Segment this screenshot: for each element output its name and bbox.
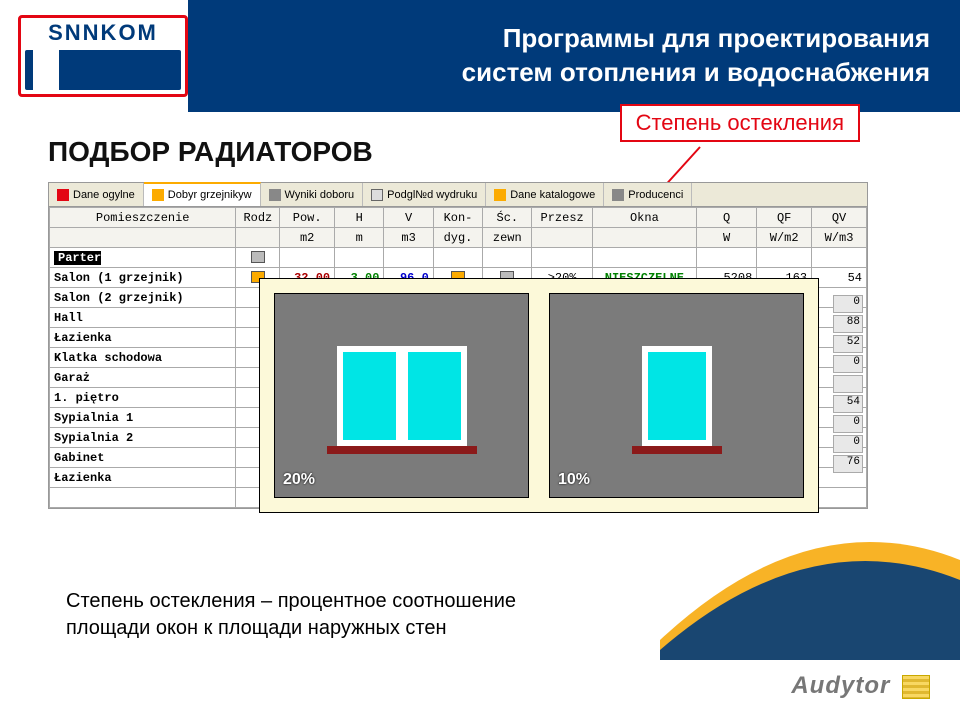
table-row[interactable]: Parter — [50, 248, 867, 268]
wall-20pct: 20% — [274, 293, 529, 498]
col-q: Q — [696, 208, 756, 228]
col-type: Rodz — [236, 208, 280, 228]
room-name: Sypialnia 2 — [50, 428, 236, 448]
col-extwall: Śc. — [483, 208, 532, 228]
folder-icon — [152, 189, 164, 201]
room-name: Klatka schodowa — [50, 348, 236, 368]
logo: SNNKOM — [18, 15, 188, 97]
document-icon — [371, 189, 383, 201]
logo-text: SNNKOM — [21, 20, 185, 46]
wall-10pct: 10% — [549, 293, 804, 498]
brand-banner: SNNKOM Программы для проектирования сист… — [0, 0, 960, 112]
col-floor: Kon- — [433, 208, 482, 228]
col-windows: Okna — [592, 208, 696, 228]
room-name: 1. piętro — [50, 388, 236, 408]
col-glazing: Przesz — [532, 208, 592, 228]
factory-icon — [612, 189, 624, 201]
tab-catalog[interactable]: Dane katalogowe — [486, 183, 604, 206]
tab-radiator-selection[interactable]: Dobуr grzejnikуw — [144, 182, 261, 206]
app-window: Dane ogуlne Dobуr grzejnikуw Wyniki dobo… — [48, 182, 868, 509]
tab-general[interactable]: Dane ogуlne — [49, 183, 144, 206]
tab-bar: Dane ogуlne Dobуr grzejnikуw Wyniki dobo… — [49, 183, 867, 207]
col-volume: V — [384, 208, 433, 228]
tab-label: Producenci — [628, 189, 683, 201]
callout-label: Степень остекления — [620, 104, 860, 142]
slide-caption: Степень остекления – процентное соотноше… — [66, 588, 516, 642]
col-area: Pow. — [280, 208, 335, 228]
room-name: Salon (1 grzejnik) — [50, 268, 236, 288]
tab-print-preview[interactable]: Podgl№d wydruku — [363, 183, 486, 206]
tab-label: Wyniki doboru — [285, 189, 355, 201]
room-name: Łazienka — [50, 328, 236, 348]
tab-label: Dobуr grzejnikуw — [168, 189, 252, 201]
tab-label: Podgl№d wydruku — [387, 189, 477, 201]
table-header-row: Pomieszczenie Rodz Pow. H V Kon- Śc. Prz… — [50, 208, 867, 228]
logo-flag — [25, 50, 181, 90]
room-name: Łazienka — [50, 468, 236, 488]
room-name: Sypialnia 1 — [50, 408, 236, 428]
window-icon — [337, 346, 467, 446]
col-qf: QF — [757, 208, 812, 228]
banner-title-wrap: Программы для проектирования систем отоп… — [188, 0, 960, 112]
room-name: Salon (2 grzejnik) — [50, 288, 236, 308]
room-name: Garaż — [50, 368, 236, 388]
folder-icon — [494, 189, 506, 201]
table-units-row: m2 m m3 dyg. zewn W W/m2 W/m3 — [50, 228, 867, 248]
tab-producers[interactable]: Producenci — [604, 183, 692, 206]
glazing-percent: 10% — [558, 471, 590, 489]
room-name: Hall — [50, 308, 236, 328]
banner-title-line1: Программы для проектирования — [503, 23, 930, 53]
cell-qv: 54 — [812, 268, 867, 288]
col-room: Pomieszczenie — [50, 208, 236, 228]
banner-title-line2: систем отопления и водоснабжения — [462, 57, 930, 87]
caption-line: Степень остекления – процентное соотноше… — [66, 590, 516, 612]
tab-results[interactable]: Wyniki doboru — [261, 183, 364, 206]
watermark-logo-icon — [902, 675, 930, 699]
home-icon — [57, 189, 69, 201]
column-values-peek: 0 88 52 0 54 0 0 76 — [833, 295, 863, 473]
window-icon — [642, 346, 712, 446]
glazing-tooltip: 20% 10% — [259, 278, 819, 513]
tab-label: Dane katalogowe — [510, 189, 595, 201]
watermark-text: Audytor — [791, 672, 890, 699]
floor-label: Parter — [50, 248, 236, 268]
glazing-percent: 20% — [283, 471, 315, 489]
banner-title: Программы для проектирования систем отоп… — [462, 22, 930, 90]
watermark: Audytor — [791, 672, 930, 700]
building-icon — [251, 251, 265, 263]
col-qv: QV — [812, 208, 867, 228]
slide-body: ПОДБОР РАДИАТОРОВ Степень остекления Dan… — [0, 112, 960, 519]
room-name: Gabinet — [50, 448, 236, 468]
caption-line: площади окон к площади наружных стен — [66, 617, 447, 639]
tab-label: Dane ogуlne — [73, 189, 135, 201]
col-height: H — [335, 208, 384, 228]
calculator-icon — [269, 189, 281, 201]
